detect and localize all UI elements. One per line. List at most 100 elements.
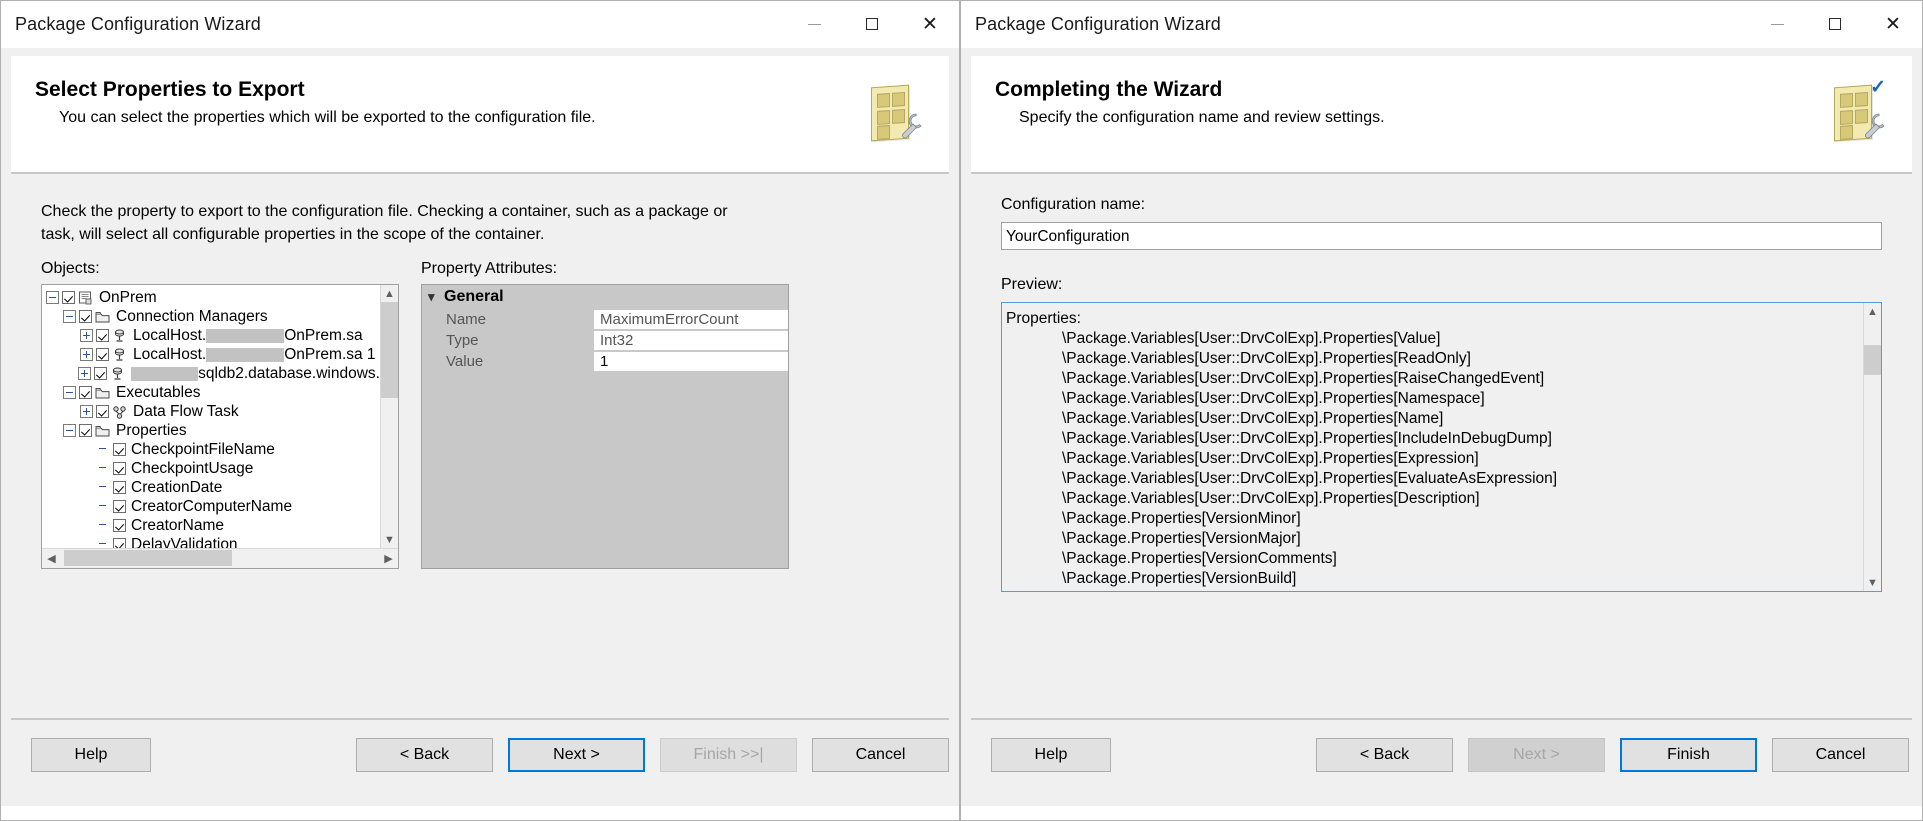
- cancel-button[interactable]: Cancel: [1772, 738, 1909, 772]
- help-button[interactable]: Help: [31, 738, 151, 772]
- tree-node[interactable]: CreationDate: [46, 478, 380, 497]
- expand-icon[interactable]: [80, 348, 93, 362]
- property-grid[interactable]: ▾ General Name MaximumErrorCount Type Int32…: [421, 284, 789, 570]
- left-footer: Help < Back Next > Finish >>| Cancel: [11, 718, 949, 796]
- expand-icon[interactable]: [80, 329, 93, 343]
- property-grid-value[interactable]: Int32: [594, 330, 788, 351]
- tree-node-checkbox[interactable]: [113, 462, 126, 476]
- left-titlebar[interactable]: Package Configuration Wizard ✕: [1, 1, 959, 48]
- scroll-down-icon[interactable]: ▼: [1864, 574, 1881, 591]
- tree-node-checkbox[interactable]: [62, 291, 75, 305]
- tree-node[interactable]: Properties: [46, 421, 380, 440]
- preview-list-item[interactable]: \Package.Properties[VersionMajor]: [1006, 529, 1863, 549]
- tree-node-checkbox[interactable]: [96, 329, 109, 343]
- preview-list-item[interactable]: \Package.Variables[User::DrvColExp].Prop…: [1006, 449, 1863, 469]
- objects-label: Objects:: [41, 260, 100, 278]
- scroll-down-icon[interactable]: ▼: [381, 531, 398, 549]
- maximize-icon[interactable]: [843, 1, 901, 47]
- preview-list-item[interactable]: \Package.Variables[User::DrvColExp].Prop…: [1006, 329, 1863, 349]
- preview-list-item[interactable]: \Package.Properties[VersionBuild]: [1006, 569, 1863, 589]
- preview-list-item[interactable]: \Package.Variables[User::DrvColExp].Prop…: [1006, 349, 1863, 369]
- scroll-up-icon[interactable]: ▲: [1864, 303, 1881, 320]
- redacted-text: [206, 328, 285, 343]
- preview-list-item[interactable]: \Package.Variables[User::DrvColExp].Prop…: [1006, 429, 1863, 449]
- preview-list-item[interactable]: \Package.Variables[User::DrvColExp].Prop…: [1006, 469, 1863, 489]
- tree-node[interactable]: CreatorName: [46, 516, 380, 535]
- objects-treeview[interactable]: OnPrem Connection Managers LocalHost. OnPre…: [41, 284, 399, 570]
- property-grid-row[interactable]: Type Int32: [422, 330, 788, 352]
- vertical-scroll-thumb[interactable]: [1864, 345, 1881, 375]
- scroll-right-icon[interactable]: ▶: [379, 549, 398, 567]
- tree-node-checkbox[interactable]: [94, 367, 108, 381]
- collapse-icon[interactable]: [63, 310, 76, 324]
- tree-node[interactable]: LocalHost. OnPrem.sa 1: [46, 345, 380, 364]
- preview-list-item[interactable]: \Package.Variables[User::DrvColExp].Prop…: [1006, 409, 1863, 429]
- preview-list-item[interactable]: \Package.Variables[User::DrvColExp].Prop…: [1006, 389, 1863, 409]
- tree-node[interactable]: OnPrem: [46, 288, 380, 307]
- right-page-subtitle: Specify the configuration name and revie…: [1019, 109, 1385, 126]
- close-icon[interactable]: ✕: [901, 1, 959, 47]
- tree-node[interactable]: sqldb2.database.windows.: [46, 364, 380, 383]
- back-button[interactable]: < Back: [356, 738, 493, 772]
- tree-node[interactable]: LocalHost. OnPrem.sa: [46, 326, 380, 345]
- tree-scrollport[interactable]: OnPrem Connection Managers LocalHost. OnPre…: [42, 285, 380, 549]
- tree-node-checkbox[interactable]: [113, 443, 126, 457]
- tree-node[interactable]: DelayValidation: [46, 535, 380, 549]
- connection-icon: [112, 348, 127, 362]
- chevron-down-icon[interactable]: ▾: [428, 289, 444, 305]
- tree-node[interactable]: Data Flow Task: [46, 402, 380, 421]
- minimize-icon[interactable]: [1748, 1, 1806, 47]
- property-grid-value[interactable]: MaximumErrorCount: [594, 309, 788, 330]
- property-grid-category[interactable]: ▾ General: [422, 285, 788, 310]
- cancel-button[interactable]: Cancel: [812, 738, 949, 772]
- right-footer: Help < Back Next > Finish Cancel: [971, 718, 1912, 796]
- tree-node-checkbox[interactable]: [79, 424, 92, 438]
- finish-button[interactable]: Finish: [1620, 738, 1757, 772]
- tree-node-checkbox[interactable]: [96, 405, 109, 419]
- tree-node-checkbox[interactable]: [113, 481, 126, 495]
- minimize-icon[interactable]: [785, 1, 843, 47]
- scroll-left-icon[interactable]: ◀: [42, 549, 61, 567]
- next-button[interactable]: Next >: [508, 738, 645, 772]
- tree-node[interactable]: Executables: [46, 383, 380, 402]
- property-grid-row[interactable]: Name MaximumErrorCount: [422, 309, 788, 331]
- tree-node-checkbox[interactable]: [113, 538, 126, 549]
- tree-node-checkbox[interactable]: [113, 500, 126, 514]
- tree-node[interactable]: CheckpointUsage: [46, 459, 380, 478]
- configuration-name-input[interactable]: YourConfiguration: [1001, 222, 1882, 250]
- tree-node-checkbox[interactable]: [113, 519, 126, 533]
- help-button[interactable]: Help: [991, 738, 1111, 772]
- collapse-icon[interactable]: [63, 386, 76, 400]
- tree-node[interactable]: CreatorComputerName: [46, 497, 380, 516]
- expand-icon[interactable]: [80, 405, 93, 419]
- right-titlebar[interactable]: Package Configuration Wizard ✕: [961, 1, 1922, 48]
- back-button[interactable]: < Back: [1316, 738, 1453, 772]
- preview-list-item[interactable]: \Package.Properties[VersionComments]: [1006, 549, 1863, 569]
- preview-list-item[interactable]: \Package.Variables[User::DrvColExp].Prop…: [1006, 369, 1863, 389]
- tree-node-checkbox[interactable]: [79, 386, 92, 400]
- property-attributes-pane: Property Attributes: ▾ General Name Maxim…: [421, 260, 789, 570]
- preview-list-item[interactable]: \Package.Variables[User::DrvColExp].Prop…: [1006, 489, 1863, 509]
- property-grid-key: Name: [422, 309, 594, 331]
- preview-list[interactable]: Properties: \Package.Variables[User::Drv…: [1002, 303, 1863, 591]
- expand-icon[interactable]: [78, 367, 92, 381]
- horizontal-scroll-thumb[interactable]: [64, 550, 232, 567]
- preview-listbox[interactable]: Properties: \Package.Variables[User::Drv…: [1001, 302, 1882, 592]
- right-page-body: Configuration name: YourConfiguration Pr…: [971, 174, 1912, 718]
- tree-node[interactable]: Connection Managers: [46, 307, 380, 326]
- property-grid-row[interactable]: Value 1: [422, 351, 788, 373]
- collapse-icon[interactable]: [63, 424, 76, 438]
- tree-node[interactable]: CheckpointFileName: [46, 440, 380, 459]
- scroll-up-icon[interactable]: ▲: [381, 285, 398, 303]
- preview-vertical-scrollbar[interactable]: ▲ ▼: [1863, 303, 1881, 591]
- tree-node-checkbox[interactable]: [79, 310, 92, 324]
- close-icon[interactable]: ✕: [1864, 1, 1922, 47]
- collapse-icon[interactable]: [46, 291, 59, 305]
- property-grid-value[interactable]: 1: [594, 351, 788, 372]
- objects-horizontal-scrollbar[interactable]: ◀ ▶: [42, 548, 398, 569]
- maximize-icon[interactable]: [1806, 1, 1864, 47]
- preview-list-item[interactable]: \Package.Properties[VersionMinor]: [1006, 509, 1863, 529]
- vertical-scroll-thumb[interactable]: [381, 302, 398, 399]
- objects-vertical-scrollbar[interactable]: ▲ ▼: [380, 285, 398, 549]
- tree-node-checkbox[interactable]: [96, 348, 109, 362]
